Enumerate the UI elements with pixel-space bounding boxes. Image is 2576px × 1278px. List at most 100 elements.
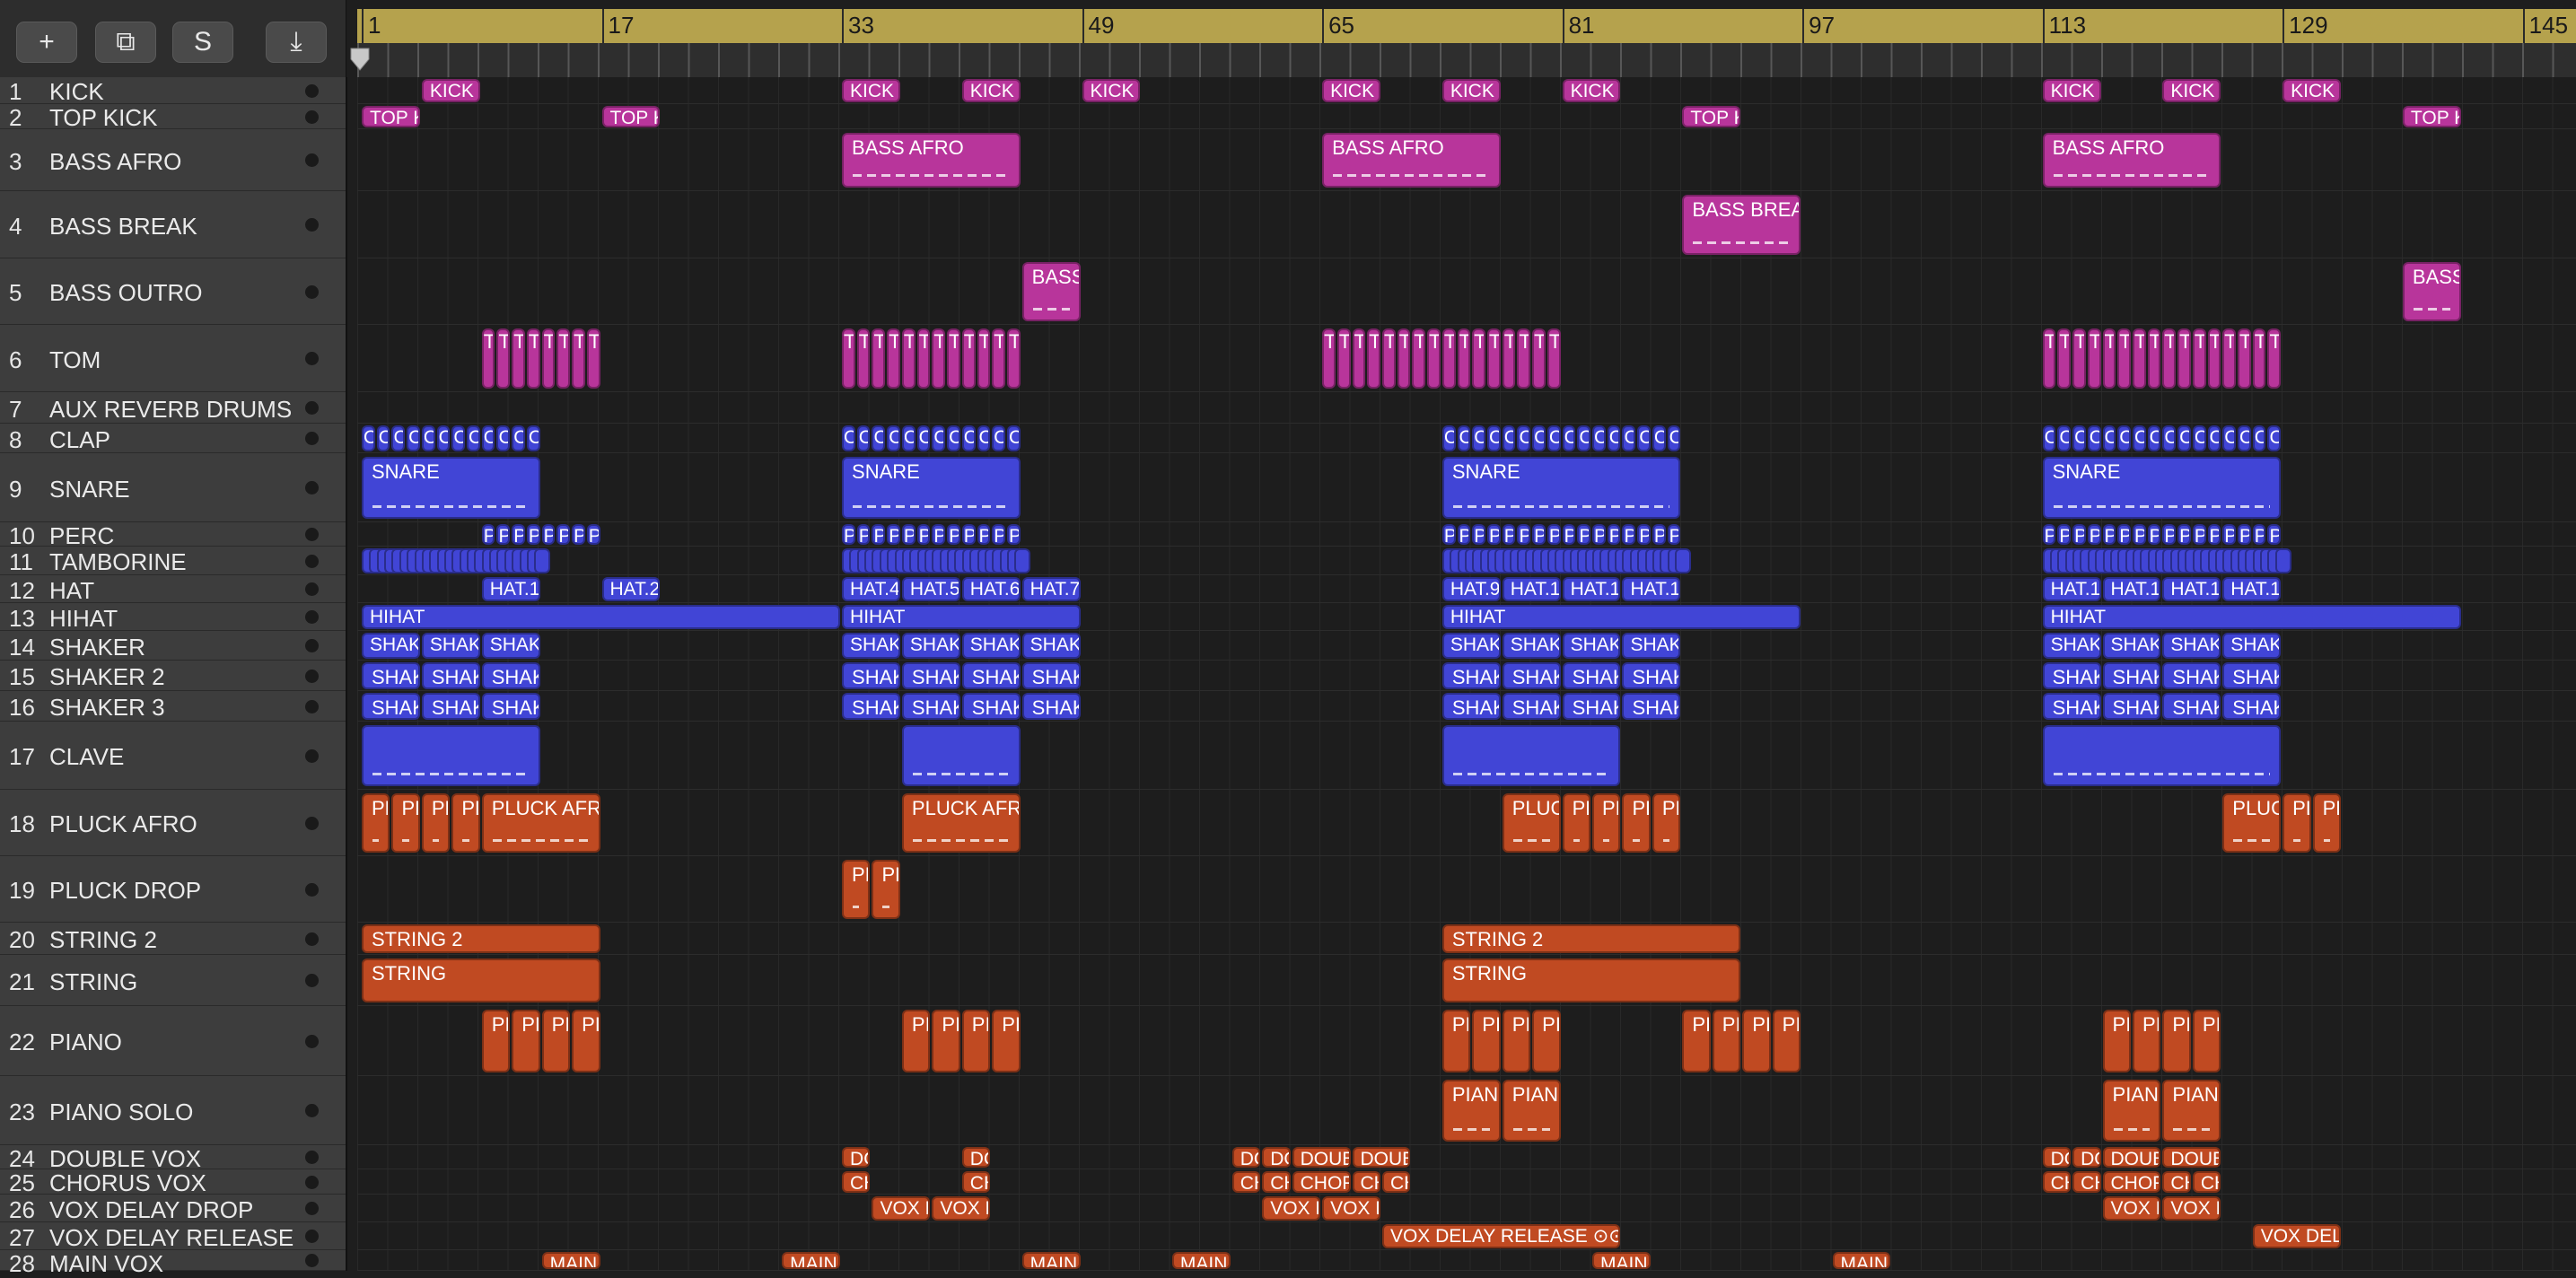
region[interactable]: T [2087,328,2101,389]
arrange-area[interactable]: KICK KICK KICK KICK KICK KICK KICK KICK KICK KICK… [357,77,2576,1271]
region[interactable]: SHAKER .4 [842,633,900,659]
region[interactable]: PIAN [961,1010,991,1072]
region[interactable]: T [2102,328,2116,389]
track-record-dot-icon[interactable] [305,554,319,568]
region[interactable]: DOUBLE V [2102,1147,2161,1168]
region[interactable]: T [947,328,960,389]
region[interactable] [534,548,551,573]
region[interactable]: VOX DELA [872,1196,931,1221]
region[interactable]: C [842,425,855,451]
region[interactable]: P [1637,524,1651,545]
region[interactable] [1675,548,1691,573]
region[interactable]: P [2147,524,2161,545]
region[interactable]: C [362,425,375,451]
region[interactable]: PLUCK AFRO [481,793,600,853]
region[interactable]: PIAN [1502,1010,1531,1072]
region[interactable]: P [572,524,585,545]
track-record-dot-icon[interactable] [305,528,319,541]
region[interactable]: PLU [842,860,871,919]
region[interactable]: SHAKER 3. [1622,693,1681,720]
track-header[interactable]: 12 HAT [0,575,346,604]
region[interactable]: C [2222,425,2236,451]
region[interactable]: C [2072,425,2086,451]
region[interactable]: P [1562,524,1576,545]
region[interactable]: P [2192,524,2206,545]
region[interactable]: SHAKER 2. [842,662,900,689]
region[interactable]: SHAKER 3. [2042,693,2101,720]
region[interactable]: P [1487,524,1501,545]
region[interactable]: T [1441,328,1456,389]
track-header[interactable]: 26 VOX DELAY DROP [0,1195,346,1223]
region[interactable]: T [2072,328,2086,389]
region[interactable]: C [961,425,976,451]
region[interactable]: C [436,425,451,451]
region[interactable]: C [901,425,916,451]
region[interactable]: SNARE [1441,457,1681,519]
region[interactable]: MAIN VOX [1592,1252,1651,1269]
region[interactable]: P [947,524,960,545]
region[interactable]: C [1006,425,1021,451]
region[interactable]: PLUCK AFR [1502,793,1561,853]
region[interactable]: SHAKER 2. [901,662,960,689]
track-header[interactable]: 2 TOP KICK [0,104,346,131]
region[interactable]: P [2057,524,2072,545]
region[interactable]: DOUBLE V [1292,1147,1351,1168]
region[interactable]: T [1532,328,1546,389]
region[interactable]: P [2117,524,2131,545]
region[interactable]: C [421,425,435,451]
region[interactable]: P [2102,524,2116,545]
region[interactable]: C [1667,425,1681,451]
region[interactable]: KICK [961,79,1021,102]
region[interactable]: SHAKER 3. [842,693,900,720]
region[interactable]: HAT.4 [842,577,900,601]
region[interactable]: C [1546,425,1561,451]
region[interactable]: P [932,524,946,545]
region[interactable]: SHAKER .5 [901,633,960,659]
region[interactable]: T [2162,328,2177,389]
track-record-dot-icon[interactable] [305,1230,319,1243]
region[interactable]: STRING 2 [362,924,600,953]
track-record-dot-icon[interactable] [305,352,319,365]
region[interactable]: PIAN [2102,1010,2131,1072]
region[interactable]: DOUBLE V [1352,1147,1411,1168]
region[interactable]: C [947,425,960,451]
region[interactable]: P [916,524,931,545]
region[interactable]: P [901,524,916,545]
region[interactable]: VOX DELAY RELEASE ⊙⊙ [1381,1224,1621,1248]
region[interactable]: SHAKER 2. [1441,662,1501,689]
region[interactable]: HIHAT [2042,605,2461,629]
track-header[interactable]: 16 SHAKER 3 [0,691,346,722]
region[interactable]: T [2207,328,2221,389]
region[interactable]: HAT.16 [2102,577,2161,601]
track-record-dot-icon[interactable] [305,1151,319,1164]
region[interactable]: SHAKER .1 [2162,633,2221,659]
region[interactable]: T [2177,328,2191,389]
region[interactable]: DOU [961,1147,991,1168]
region[interactable]: C [1607,425,1621,451]
region[interactable]: PIAN [2192,1010,2221,1072]
region[interactable]: DOU [2042,1147,2072,1168]
region[interactable]: P [2072,524,2086,545]
region[interactable]: P [2267,524,2282,545]
region[interactable]: KICK [1441,79,1501,102]
add-track-button[interactable]: + [16,22,77,63]
region[interactable]: KICK [1082,79,1141,102]
region[interactable]: PIAN [1682,1010,1711,1072]
region[interactable]: T [496,328,511,389]
region[interactable]: PIAN [2132,1010,2161,1072]
region[interactable]: T [2252,328,2266,389]
track-header[interactable]: 27 VOX DELAY RELEASE [0,1222,346,1251]
region[interactable]: C [977,425,991,451]
track-record-dot-icon[interactable] [305,284,319,299]
region[interactable]: T [572,328,585,389]
track-header[interactable]: 24 DOUBLE VOX [0,1145,346,1172]
region[interactable]: C [2192,425,2206,451]
region[interactable]: PLUC [2282,793,2311,853]
region[interactable]: HIHAT [1441,605,1801,629]
region[interactable]: STRING 2 [1441,924,1741,953]
track-record-dot-icon[interactable] [305,669,319,683]
region[interactable]: T [916,328,931,389]
track-record-dot-icon[interactable] [305,974,319,987]
region[interactable]: PLUC [1562,793,1591,853]
region[interactable]: C [481,425,495,451]
